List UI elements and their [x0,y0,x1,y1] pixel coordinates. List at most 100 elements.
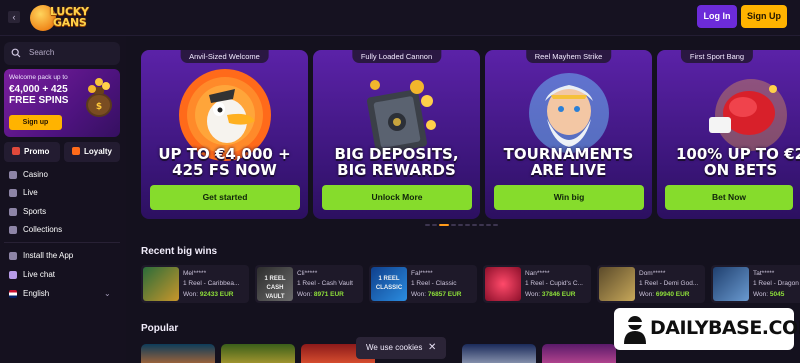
sidebar-item-label: Live [23,188,38,197]
collections-icon [9,226,17,234]
winner-name: Mel***** [183,270,207,277]
banner-sport-bets[interactable]: First Sport Bang 100% UP TO €2 ON BETS B… [657,50,800,219]
flag-icon [9,290,17,298]
chat-icon [9,271,17,279]
game-thumbnail [485,267,521,301]
recent-win-card[interactable]: Nan***** 1 Reel - Cupid's C... Won: 3784… [483,265,591,303]
signup-button[interactable]: Sign Up [741,5,787,28]
welcome-promo-card[interactable]: Welcome pack up to €4,000 + 425 FREE SPI… [4,69,120,137]
winner-name: Dom***** [639,270,666,277]
popular-game-tile[interactable] [221,344,295,363]
carousel-dot-active[interactable] [439,224,449,226]
promo-signup-button[interactable]: Sign up [9,115,62,130]
carousel-dot[interactable] [486,224,491,226]
carousel-dot[interactable] [493,224,498,226]
promo-big-text: €4,000 + 425 FREE SPINS [9,84,69,106]
winner-name: Cli***** [297,270,318,277]
lucky-gans-logo[interactable]: LUCKY GANS [30,3,98,33]
search-input[interactable]: Search [4,42,120,65]
carousel-dot[interactable] [472,224,477,226]
sidebar: Search Welcome pack up to €4,000 + 425 F… [0,36,126,363]
carousel-dot[interactable] [451,224,456,226]
sidebar-item-live-chat[interactable]: Live chat [0,266,126,284]
recent-win-card[interactable]: Tat***** 1 Reel - Dragon G... Won: 5045 [711,265,800,303]
sports-icon [9,208,17,216]
banner-title: TOURNAMENTS ARE LIVE [485,146,652,178]
casino-page: ‹ LUCKY GANS Log In Sign Up Search Welco… [0,0,800,363]
won-label: Won: [411,291,427,298]
winner-name: Tat***** [753,270,775,277]
logo-text: LUCKY GANS [50,6,89,28]
banner-deposits[interactable]: Fully Loaded Cannon BIG DEPOSITS, BIG RE… [313,50,480,219]
recent-win-card[interactable]: 1 REEL CASH VAULT Cli***** 1 Reel - Cash… [255,265,363,303]
sidebar-item-live[interactable]: Live [0,184,126,202]
win-amount: Won: 5045 [753,291,784,298]
banner-tag: Reel Mayhem Strike [525,50,612,63]
get-started-button[interactable]: Get started [150,185,300,210]
game-name: 1 Reel - Cash Vault [297,280,353,287]
loyalty-pill-label: Loyalty [84,147,113,156]
banner-title-line2: 425 FS NOW [172,161,277,179]
sidebar-item-collections[interactable]: Collections [0,221,126,239]
banner-tag: Anvil-Sized Welcome [180,50,269,63]
banner-title-line1: UP TO €4,000 + [158,145,291,163]
sidebar-item-label: Collections [23,225,63,234]
won-amount-value: 8971 EUR [313,291,344,298]
banner-title-line2: BIG REWARDS [337,161,456,179]
loyalty-pill[interactable]: Loyalty [64,142,120,162]
won-label: Won: [639,291,655,298]
promo-loyalty-row: Promo Loyalty [4,142,120,162]
promo-pill-label: Promo [24,147,50,156]
popular-game-tile[interactable] [542,344,616,363]
carousel-dot[interactable] [458,224,463,226]
cookie-text: We use cookies [366,343,423,352]
win-big-button[interactable]: Win big [494,185,644,210]
gift-icon [12,147,20,155]
sidebar-item-sports[interactable]: Sports [0,203,126,221]
recent-win-card[interactable]: 1 REEL CLASSIC Fal***** 1 Reel - Classic… [369,265,477,303]
sidebar-divider [4,242,120,243]
game-thumbnail [143,267,179,301]
carousel-dot[interactable] [479,224,484,226]
won-label: Won: [183,291,199,298]
casino-icon [9,171,17,179]
popular-game-tile[interactable] [462,344,536,363]
promo-small-text: Welcome pack up to [9,74,68,81]
win-amount: Won: 69940 EUR [639,291,689,298]
popular-game-tile[interactable] [141,344,215,363]
bet-now-button[interactable]: Bet Now [665,185,793,210]
banner-title: BIG DEPOSITS, BIG REWARDS [313,146,480,178]
close-icon[interactable]: ✕ [428,337,436,359]
carousel-pagination [425,224,505,227]
banner-tag: Fully Loaded Cannon [351,50,442,63]
carousel-dot[interactable] [425,224,430,226]
cookie-notice: We use cookies ✕ [356,337,446,359]
chevron-down-icon: ⌄ [104,289,111,298]
recent-win-card[interactable]: Dom***** 1 Reel - Demi God... Won: 69940… [597,265,705,303]
game-name: 1 Reel - Dragon G... [753,280,800,287]
svg-text:$: $ [96,102,102,112]
recent-win-card[interactable]: Mel***** 1 Reel - Caribbea... Won: 92433… [141,265,249,303]
language-select[interactable]: English ⌄ [0,285,126,303]
unlock-more-button[interactable]: Unlock More [322,185,472,210]
game-thumbnail: 1 REEL CASH VAULT [257,267,293,301]
sidebar-item-label: Live chat [23,270,56,279]
carousel-dot[interactable] [432,224,437,226]
game-name: 1 Reel - Cupid's C... [525,280,583,287]
game-name: 1 Reel - Caribbea... [183,280,240,287]
promo-pill[interactable]: Promo [4,142,60,162]
win-amount: Won: 76857 EUR [411,291,461,298]
sidebar-toggle-icon[interactable]: ‹ [8,11,20,23]
banner-tournaments[interactable]: Reel Mayhem Strike TOURNAMENTS ARE LIVE … [485,50,652,219]
sidebar-item-casino[interactable]: Casino [0,166,126,184]
login-button[interactable]: Log In [697,5,737,28]
carousel-dot[interactable] [465,224,470,226]
sidebar-item-install-app[interactable]: Install the App [0,247,126,265]
banner-title: 100% UP TO €2 ON BETS [657,146,800,178]
search-icon [11,48,21,58]
game-thumbnail [713,267,749,301]
person-logo-icon [624,316,646,344]
banner-welcome[interactable]: Anvil-Sized Welcome UP TO €4,000 + 425 F… [141,50,308,219]
live-icon [9,189,17,197]
search-placeholder: Search [29,48,55,57]
